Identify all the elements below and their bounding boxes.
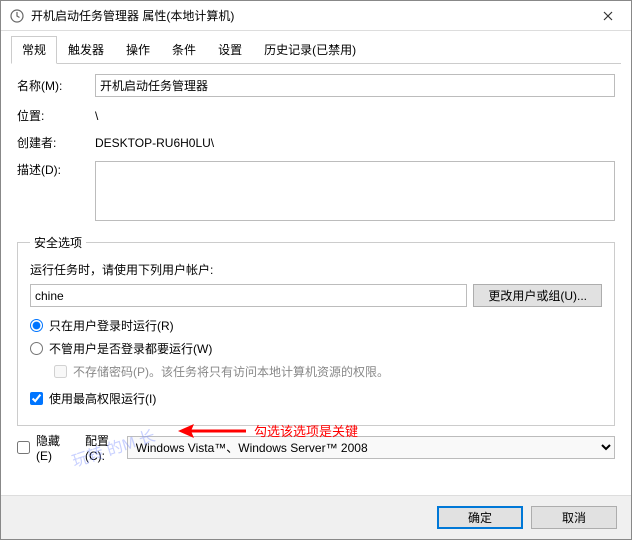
- radio-any-time[interactable]: [30, 342, 43, 355]
- tab-settings[interactable]: 设置: [207, 36, 253, 64]
- configure-select[interactable]: Windows Vista™、Windows Server™ 2008: [127, 436, 615, 459]
- close-button[interactable]: [585, 1, 631, 31]
- window-title: 开机启动任务管理器 属性(本地计算机): [31, 7, 585, 24]
- tab-general[interactable]: 常规: [11, 36, 57, 64]
- account-input[interactable]: [30, 284, 467, 307]
- title-bar: 开机启动任务管理器 属性(本地计算机): [1, 1, 631, 31]
- content-area: 常规 触发器 操作 条件 设置 历史记录(已禁用) 名称(M): 位置: \ 创…: [1, 31, 631, 495]
- location-label: 位置:: [17, 107, 95, 124]
- description-input[interactable]: [95, 161, 615, 221]
- radio-logged-on-label: 只在用户登录时运行(R): [49, 317, 174, 334]
- properties-dialog: 开机启动任务管理器 属性(本地计算机) 常规 触发器 操作 条件 设置 历史记录…: [0, 0, 632, 540]
- close-icon: [603, 11, 613, 21]
- security-options-group: 安全选项 运行任务时，请使用下列用户帐户: 更改用户或组(U)... 只在用户登…: [17, 234, 615, 426]
- tab-actions[interactable]: 操作: [115, 36, 161, 64]
- description-label: 描述(D):: [17, 161, 95, 178]
- highest-privileges-row[interactable]: 使用最高权限运行(I): [30, 390, 602, 407]
- tab-conditions[interactable]: 条件: [161, 36, 207, 64]
- tab-history[interactable]: 历史记录(已禁用): [253, 36, 367, 64]
- general-panel: 名称(M): 位置: \ 创建者: DESKTOP-RU6H0LU\ 描述(D)…: [11, 64, 621, 495]
- ok-button[interactable]: 确定: [437, 506, 523, 529]
- change-user-button[interactable]: 更改用户或组(U)...: [473, 284, 602, 307]
- name-label: 名称(M):: [17, 77, 95, 94]
- cancel-button[interactable]: 取消: [531, 506, 617, 529]
- creator-value: DESKTOP-RU6H0LU\: [95, 136, 615, 150]
- tab-triggers[interactable]: 触发器: [57, 36, 115, 64]
- security-legend: 安全选项: [30, 234, 86, 251]
- hidden-checkbox[interactable]: [17, 441, 30, 454]
- configure-label: 配置(C):: [85, 432, 121, 463]
- radio-logged-on-row[interactable]: 只在用户登录时运行(R): [30, 317, 602, 334]
- app-clock-icon: [9, 8, 25, 24]
- security-prompt: 运行任务时，请使用下列用户帐户:: [30, 261, 602, 278]
- highest-privileges-label: 使用最高权限运行(I): [49, 390, 156, 407]
- radio-any-time-label: 不管用户是否登录都要运行(W): [49, 340, 212, 357]
- creator-label: 创建者:: [17, 134, 95, 151]
- hidden-label: 隐藏(E): [36, 432, 65, 463]
- dialog-footer: 确定 取消: [1, 495, 631, 539]
- radio-logged-on[interactable]: [30, 319, 43, 332]
- no-store-password-row: 不存储密码(P)。该任务将只有访问本地计算机资源的权限。: [54, 363, 602, 380]
- hidden-row[interactable]: 隐藏(E): [17, 432, 65, 463]
- no-store-password-label: 不存储密码(P)。该任务将只有访问本地计算机资源的权限。: [73, 363, 389, 380]
- location-value: \: [95, 109, 615, 123]
- radio-any-time-row[interactable]: 不管用户是否登录都要运行(W): [30, 340, 602, 357]
- tab-strip: 常规 触发器 操作 条件 设置 历史记录(已禁用): [11, 35, 621, 64]
- no-store-password-checkbox: [54, 365, 67, 378]
- name-input[interactable]: [95, 74, 615, 97]
- highest-privileges-checkbox[interactable]: [30, 392, 43, 405]
